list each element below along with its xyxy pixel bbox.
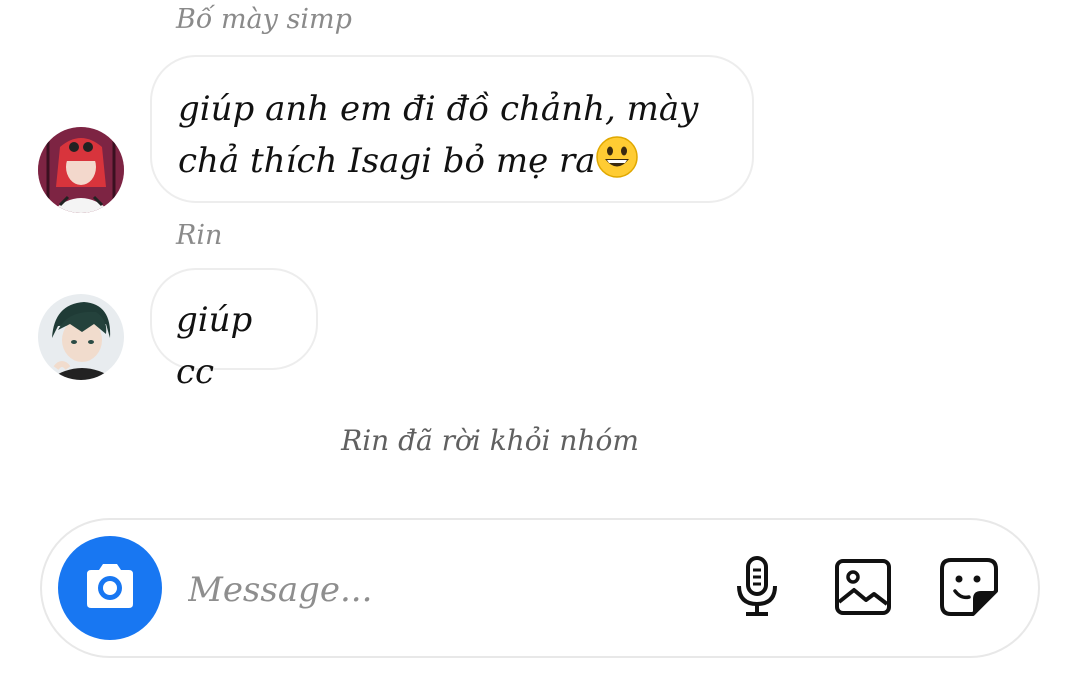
gallery-button[interactable]: [828, 554, 898, 624]
grinning-face-emoji-icon: [595, 136, 638, 178]
chat-screen: Bố mày simp giúp anh em đi đồ chảnh, mày…: [0, 0, 1080, 676]
system-note: Rin đã rời khỏi nhóm: [341, 424, 639, 457]
sender-name: Bố mày simp: [176, 4, 352, 35]
message-text: giúp cc: [176, 300, 253, 392]
message-input[interactable]: [188, 564, 708, 616]
message-line: giúp anh em đi đồ chảnh, mày: [178, 89, 699, 129]
avatar[interactable]: [38, 127, 124, 213]
message-line: chả thích Isagi bỏ mẹ ra: [178, 141, 596, 181]
message-bubble[interactable]: giúp anh em đi đồ chảnh, mày chả thích I…: [150, 55, 754, 203]
camera-button[interactable]: [58, 536, 162, 640]
message-bubble[interactable]: giúp cc: [150, 268, 318, 392]
sender-name: Rin: [176, 220, 223, 251]
microphone-icon: [732, 556, 782, 622]
sticker-icon: [939, 557, 999, 621]
voice-message-button[interactable]: [722, 554, 792, 624]
image-icon: [834, 558, 892, 620]
sticker-button[interactable]: [934, 554, 1004, 624]
message-line-with-emoji: chả thích Isagi bỏ mẹ ra: [178, 135, 728, 187]
camera-icon: [81, 562, 139, 614]
message-composer: [40, 518, 1040, 658]
avatar[interactable]: [38, 294, 124, 380]
